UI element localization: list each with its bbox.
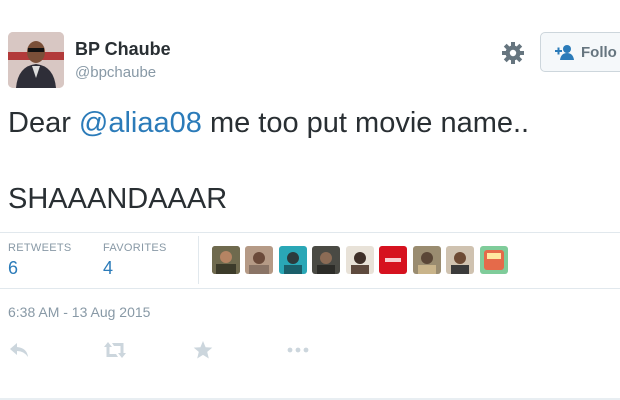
favoriter-avatar[interactable] <box>245 246 273 274</box>
tweet-line-2: SHAAANDAAAR <box>8 183 228 215</box>
avatar-photo <box>8 32 64 88</box>
reply-icon[interactable] <box>8 340 30 360</box>
tweet-line-1: Dear @aliaa08 me too put movie name.. <box>8 104 608 142</box>
favoriter-avatar[interactable] <box>312 246 340 274</box>
favoriter-avatar[interactable] <box>212 246 240 274</box>
favoriter-avatar[interactable] <box>480 246 508 274</box>
tweet-timestamp[interactable]: 6:38 AM - 13 Aug 2015 <box>8 304 150 320</box>
favoriter-avatar[interactable] <box>279 246 307 274</box>
tweet-text-prefix: Dear <box>8 107 79 139</box>
tweet-text: Dear @aliaa08 me too put movie name.. SH… <box>8 104 608 218</box>
gear-icon[interactable] <box>498 38 528 68</box>
favoriter-avatar[interactable] <box>346 246 374 274</box>
follow-button-label: Follo <box>581 43 617 61</box>
retweet-icon[interactable] <box>102 340 128 360</box>
tweet-text-suffix: me too put movie name.. <box>201 107 530 139</box>
author-name[interactable]: BP Chaube <box>75 39 171 60</box>
retweets-count[interactable]: 6 <box>8 258 18 279</box>
favoriter-avatar[interactable] <box>413 246 441 274</box>
stats-vertical-divider <box>198 236 199 284</box>
mention-link[interactable]: @aliaa08 <box>79 107 202 139</box>
favorite-icon[interactable] <box>192 340 214 360</box>
follow-button[interactable]: Follo <box>540 32 620 72</box>
retweets-label[interactable]: RETWEETS <box>8 242 72 254</box>
stats-divider-bottom <box>0 288 620 289</box>
author-avatar[interactable] <box>8 32 64 88</box>
favorites-count[interactable]: 4 <box>103 258 113 279</box>
stats-divider-top <box>0 232 620 233</box>
favoriter-avatar[interactable] <box>379 246 407 274</box>
add-user-icon <box>555 45 574 60</box>
author-handle[interactable]: @bpchaube <box>75 64 156 81</box>
favoriter-avatar[interactable] <box>446 246 474 274</box>
favorites-label[interactable]: FAVORITES <box>103 242 167 254</box>
more-icon[interactable] <box>286 340 310 360</box>
